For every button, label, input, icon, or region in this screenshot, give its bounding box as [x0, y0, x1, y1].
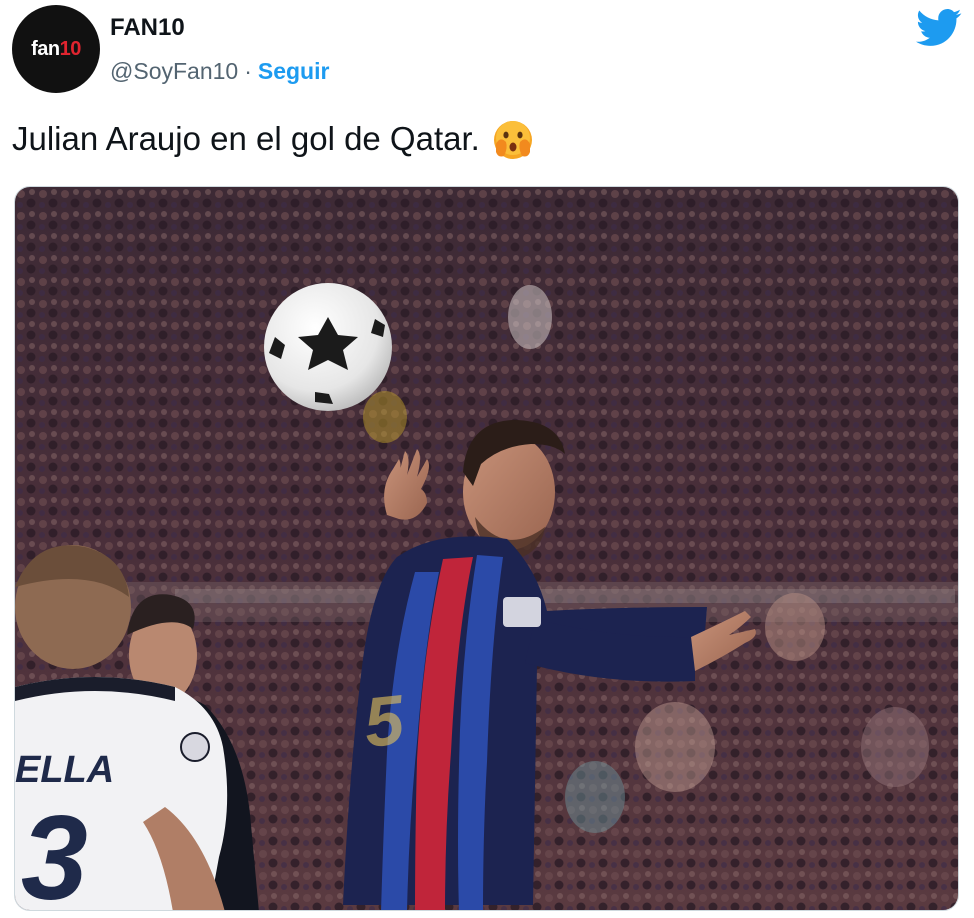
jersey-name: ELLA	[15, 749, 114, 791]
avatar[interactable]: fan10	[12, 5, 100, 93]
hushed-face-hands-emoji	[493, 121, 532, 159]
twitter-bird-icon[interactable]	[916, 8, 962, 48]
tweet-card: fan10 FAN10 @SoyFan10 · Seguir Julian Ar…	[0, 0, 974, 918]
separator-dot: ·	[244, 58, 252, 84]
author-name[interactable]: FAN10	[110, 14, 185, 42]
jersey-number: 3	[21, 791, 88, 911]
avatar-logo: fan10	[31, 38, 81, 60]
follow-button[interactable]: Seguir	[258, 58, 330, 85]
tweet-body: Julian Araujo en el gol de Qatar.	[12, 120, 480, 157]
handle-row: @SoyFan10 · Seguir	[110, 58, 329, 85]
author-handle[interactable]: @SoyFan10	[110, 58, 238, 85]
football-photo: 5 ELLA 3	[15, 187, 958, 911]
tweet-media-image[interactable]: 5 ELLA 3	[14, 186, 959, 911]
tweet-text: Julian Araujo en el gol de Qatar.	[12, 116, 536, 162]
